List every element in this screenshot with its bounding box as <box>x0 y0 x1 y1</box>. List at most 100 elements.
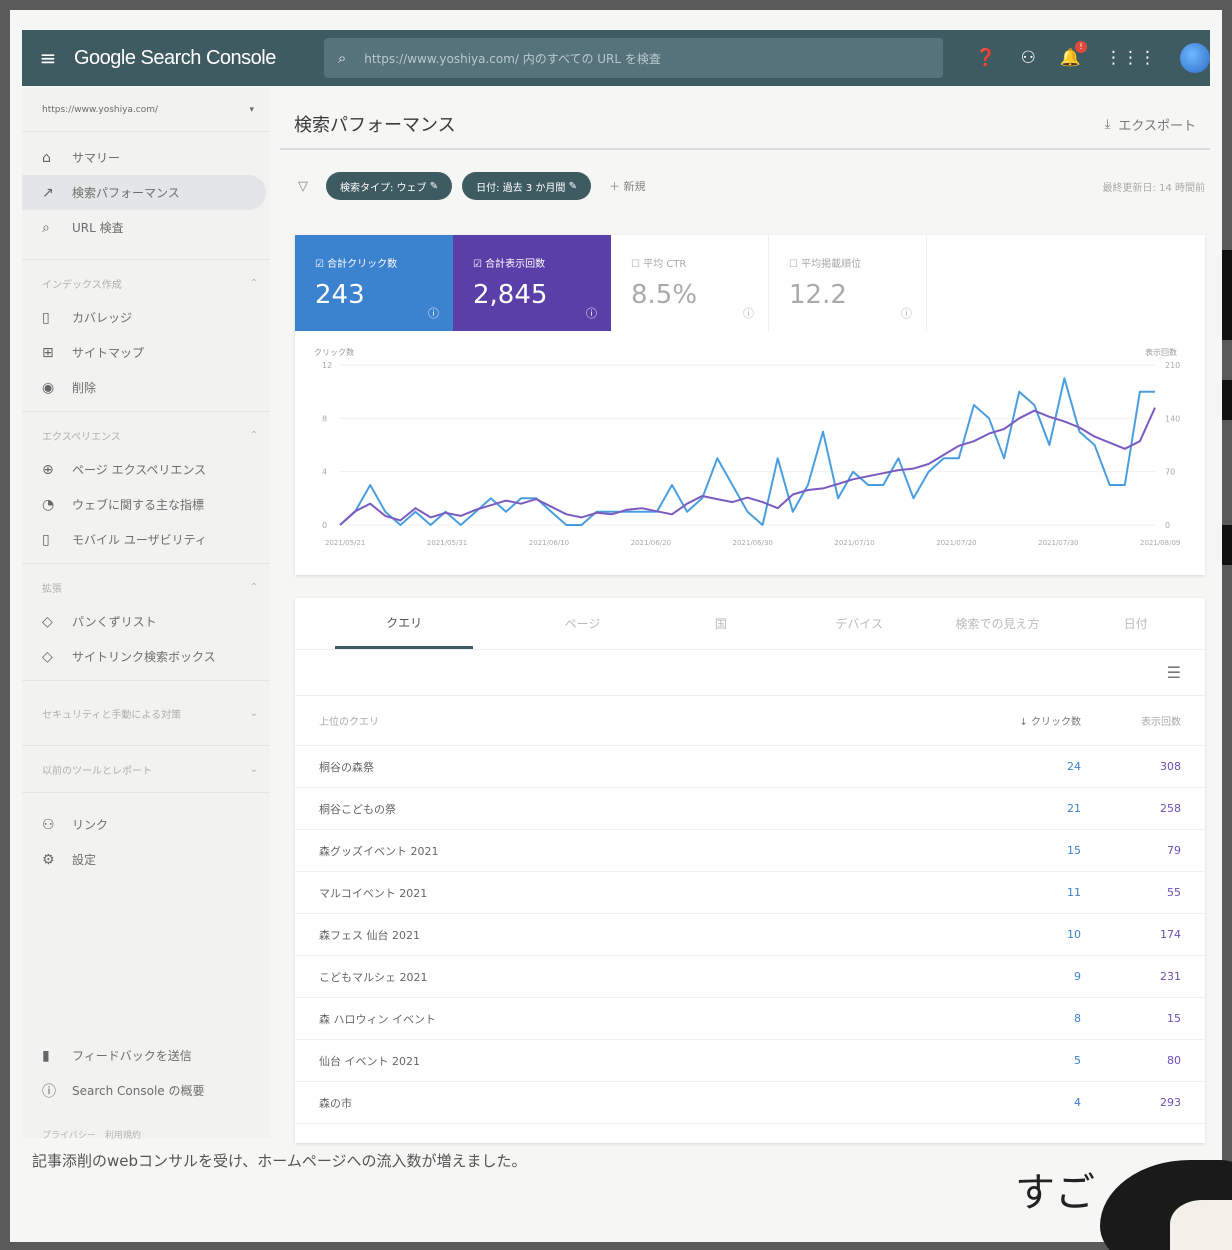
sidebar-item-gear[interactable]: ⚙ 設定 <box>22 842 270 877</box>
sidebar-item-label: ウェブに関する主な指標 <box>72 498 205 512</box>
cell-clicks: 24 <box>1067 760 1081 773</box>
sidebar-item-label: Search Console の概要 <box>72 1084 205 1098</box>
table-row[interactable]: 桐谷こどもの祭 21 258 <box>295 788 1205 830</box>
help-icon[interactable]: ⓘ <box>428 305 439 321</box>
filter-bar: ▽ 検索タイプ: ウェブ ✎ 日付: 過去 3 か月間 ✎ ＋ 新規 最終更新日… <box>290 168 1205 204</box>
app-logo[interactable]: Google Search Console <box>74 47 324 70</box>
apps-grid-icon[interactable]: ⋮⋮⋮ <box>1105 48 1156 68</box>
x-tick-label: 2021/05/31 <box>427 539 467 547</box>
y-right-tick: 140 <box>1165 414 1180 423</box>
manga-speech-text: すご <box>1015 1170 1095 1216</box>
col-clicks-header[interactable]: ↓ クリック数 <box>991 713 1081 728</box>
tab-5[interactable]: 日付 <box>1067 598 1205 649</box>
series-line-1 <box>339 407 1156 526</box>
menu-icon[interactable]: ≡ <box>22 46 74 70</box>
sidebar-bottom-nav: ⚇ リンク ⚙ 設定 <box>22 799 270 877</box>
sidebar-item-feedback[interactable]: ▮ フィードバックを送信 <box>22 1038 270 1073</box>
y-left-tick: 4 <box>322 468 327 477</box>
table-row[interactable]: マルコイベント 2021 11 55 <box>295 872 1205 914</box>
y-right-tick: 70 <box>1165 468 1175 477</box>
metric-tile[interactable]: ☑ 合計表示回数 2,845 ⓘ <box>453 235 611 331</box>
help-icon[interactable]: ⓘ <box>901 305 912 321</box>
section-experience-header[interactable]: エクスペリエンス ⌃ <box>22 418 270 452</box>
gear-icon: ⚙ <box>42 851 55 868</box>
x-tick-label: 2021/07/10 <box>834 539 874 547</box>
manga-character-face <box>1170 1200 1232 1250</box>
sidebar-item-eye[interactable]: ◉ 削除 <box>22 370 270 405</box>
export-button[interactable]: ⤓ エクスポート <box>1105 115 1196 134</box>
metric-tile[interactable]: ☐ 平均掲載順位 12.2 ⓘ <box>769 235 927 331</box>
sidebar-item-label: リンク <box>72 818 109 832</box>
plus-circle-icon: ⊕ <box>42 461 54 478</box>
table-row[interactable]: 森の市 4 293 <box>295 1082 1205 1124</box>
cell-query: 桐谷の森祭 <box>319 760 374 774</box>
table-row[interactable]: 桐谷の森祭 24 308 <box>295 746 1205 788</box>
tab-1[interactable]: ページ <box>513 598 651 649</box>
y-right-label: 表示回数 <box>1145 347 1177 357</box>
tab-0[interactable]: クエリ <box>335 598 474 649</box>
privacy-terms[interactable]: プライバシー 利用規約 <box>42 1128 141 1141</box>
table-row[interactable]: 仙台 イベント 2021 5 80 <box>295 1040 1205 1082</box>
sidebar-experience-nav: ⊕ ページ エクスペリエンス ◔ ウェブに関する主な指標 ▯ モバイル ユーザビリティ <box>22 452 270 557</box>
tab-4[interactable]: 検索での見え方 <box>928 598 1066 649</box>
notifications-icon[interactable]: 🔔! <box>1060 41 1088 68</box>
y-right-tick: 0 <box>1165 521 1170 530</box>
sidebar-item-gauge[interactable]: ◔ ウェブに関する主な指標 <box>22 487 270 522</box>
date-range-chip[interactable]: 日付: 過去 3 か月間 ✎ <box>462 172 591 200</box>
sidebar-item-people[interactable]: ⚇ リンク <box>22 807 270 842</box>
manga-edge-mark <box>1222 525 1232 565</box>
sidebar-item-file[interactable]: ▯ カバレッジ <box>22 300 270 335</box>
sidebar-item-diamond[interactable]: ◇ サイトリンク検索ボックス <box>22 639 270 674</box>
notification-badge: ! <box>1075 41 1088 53</box>
sidebar-item-trending-up[interactable]: ↗ 検索パフォーマンス <box>22 175 266 210</box>
tab-2[interactable]: 国 <box>652 598 790 649</box>
search-icon: ⌕ <box>42 219 50 236</box>
table-row[interactable]: こどもマルシェ 2021 9 231 <box>295 956 1205 998</box>
section-security-header[interactable]: セキュリティと手動による対策 ⌄ <box>22 687 270 739</box>
table-row[interactable]: 森グッズイベント 2021 15 79 <box>295 830 1205 872</box>
sidebar-item-search[interactable]: ⌕ URL 検査 <box>22 210 270 245</box>
y-left-label: クリック数 <box>314 347 354 357</box>
cell-query: 森の市 <box>319 1096 352 1110</box>
help-icon[interactable]: ❓ <box>975 48 996 68</box>
user-settings-icon[interactable]: ⚇ <box>1021 48 1036 68</box>
sidebar-item-label: モバイル ユーザビリティ <box>72 533 207 547</box>
cell-clicks: 4 <box>1074 1096 1081 1109</box>
sidebar-item-home[interactable]: ⌂ サマリー <box>22 140 270 175</box>
metric-label: ☑ 合計クリック数 <box>315 259 398 270</box>
filter-icon[interactable]: ▽ <box>298 179 308 194</box>
avatar[interactable] <box>1180 43 1211 73</box>
metric-tile[interactable]: ☑ 合計クリック数 243 ⓘ <box>295 235 453 331</box>
col-query-header[interactable]: 上位のクエリ <box>319 713 991 728</box>
cell-impressions: 174 <box>1160 928 1181 941</box>
new-filter-button[interactable]: ＋ 新規 <box>609 178 646 194</box>
sidebar-item-sitemap[interactable]: ⊞ サイトマップ <box>22 335 270 370</box>
section-index-header[interactable]: インデックス作成 ⌃ <box>22 266 270 300</box>
x-tick-label: 2021/05/21 <box>325 539 365 547</box>
help-icon[interactable]: ⓘ <box>586 305 597 321</box>
filter-rows-icon[interactable]: ☰ <box>1167 663 1181 682</box>
search-type-chip[interactable]: 検索タイプ: ウェブ ✎ <box>326 172 453 200</box>
table-row[interactable]: 森フェス 仙台 2021 10 174 <box>295 914 1205 956</box>
section-legacy-header[interactable]: 以前のツールとレポート ⌄ <box>22 752 270 786</box>
cell-impressions: 293 <box>1160 1096 1181 1109</box>
metric-label: ☐ 平均 CTR <box>631 259 687 270</box>
property-selector[interactable]: https://www.yoshiya.com/ ▾ <box>22 88 270 132</box>
x-tick-label: 2021/07/20 <box>936 539 976 547</box>
sidebar-item-diamond[interactable]: ◇ パンくずリスト <box>22 604 270 639</box>
sidebar-item-phone[interactable]: ▯ モバイル ユーザビリティ <box>22 522 270 557</box>
performance-chart: 12 210 8 140 4 70 0 0 クリック数 表示回数 2021/05/21 2021/05… <box>295 335 1205 565</box>
section-enhancements-header[interactable]: 拡張 ⌃ <box>22 570 270 604</box>
help-icon[interactable]: ⓘ <box>743 305 754 321</box>
col-impressions-header[interactable]: 表示回数 <box>1081 713 1181 728</box>
metric-tile[interactable]: ☐ 平均 CTR 8.5% ⓘ <box>611 235 769 331</box>
cell-clicks: 5 <box>1074 1054 1081 1067</box>
gauge-icon: ◔ <box>42 496 55 513</box>
sidebar-item-plus-circle[interactable]: ⊕ ページ エクスペリエンス <box>22 452 270 487</box>
phone-icon: ▯ <box>42 531 50 548</box>
sidebar-item-info[interactable]: ⓘ Search Console の概要 <box>22 1073 270 1108</box>
sidebar-item-label: カバレッジ <box>72 311 133 325</box>
table-row[interactable]: 森 ハロウィン イベント 8 15 <box>295 998 1205 1040</box>
tab-3[interactable]: デバイス <box>790 598 928 649</box>
inspect-search-bar[interactable]: ⌕ https://www.yoshiya.com/ 内のすべての URL を検… <box>323 38 944 78</box>
